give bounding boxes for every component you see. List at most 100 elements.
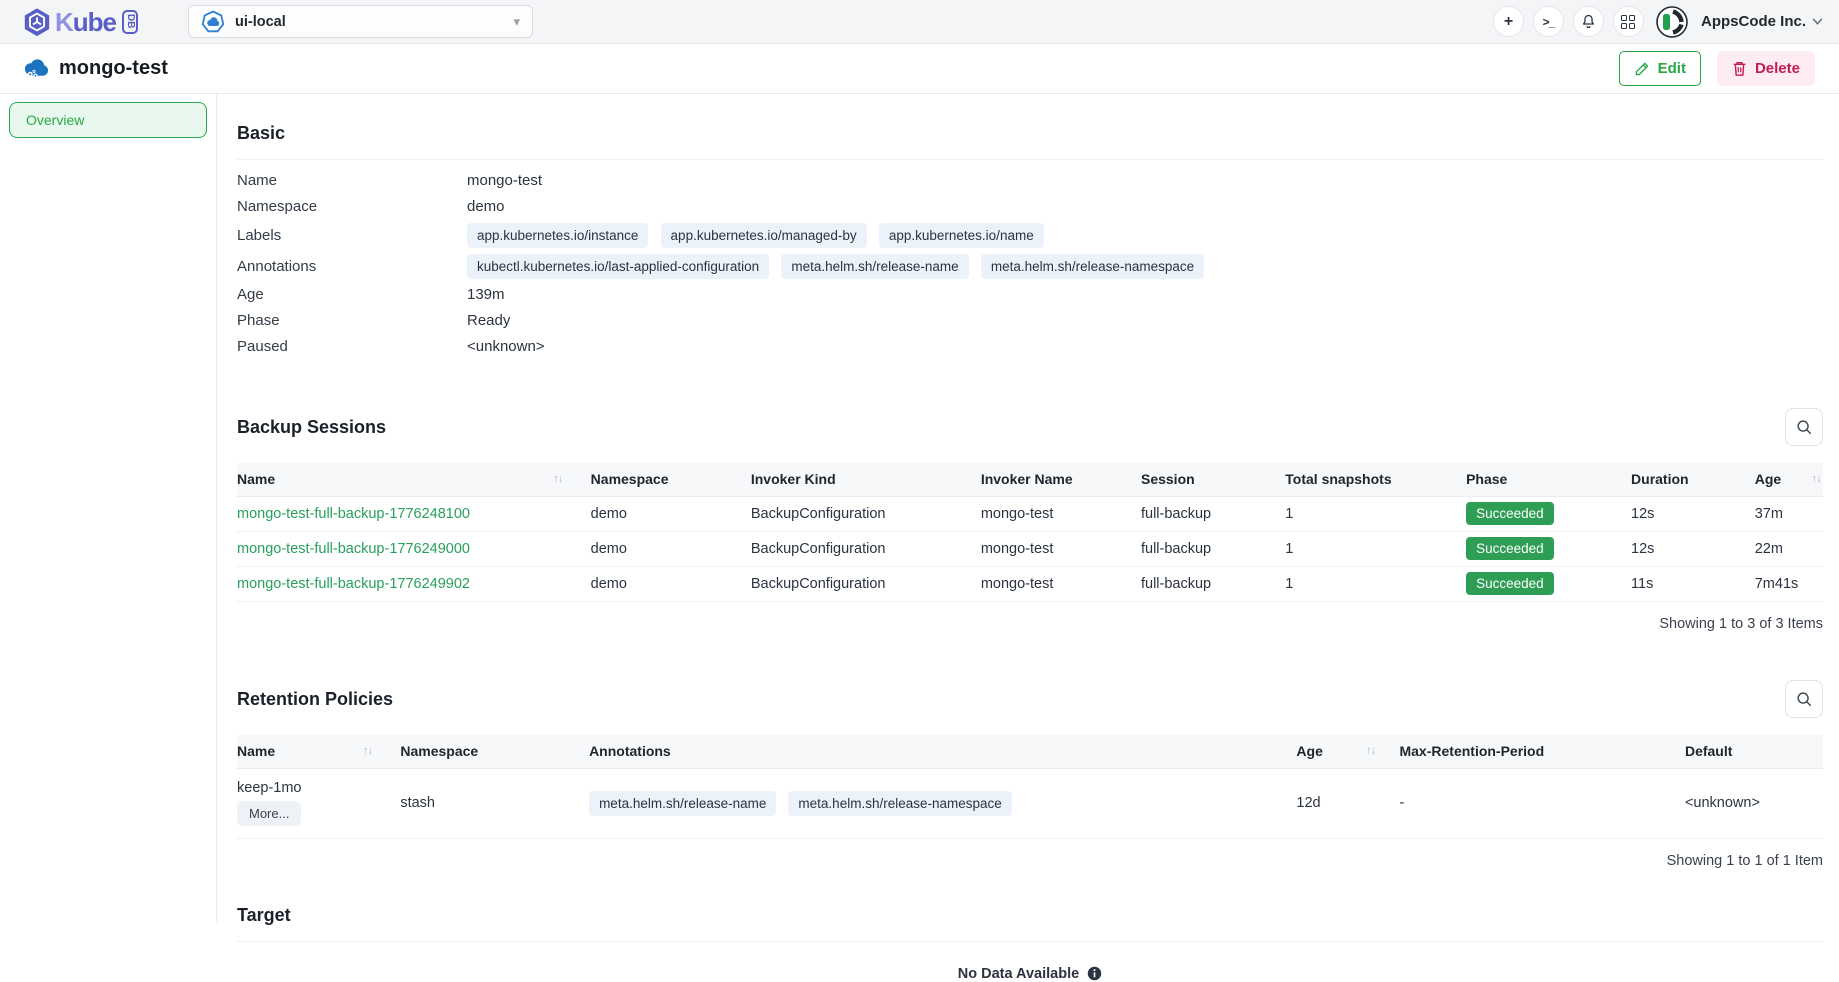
backup-session-link[interactable]: mongo-test-full-backup-1776249000 xyxy=(237,541,470,557)
cluster-selector[interactable]: ui-local ▾ xyxy=(188,5,533,38)
label-chip: app.kubernetes.io/managed-by xyxy=(661,223,867,248)
trash-icon xyxy=(1732,60,1747,77)
table-row: keep-1mo More... stash meta.helm.sh/rele… xyxy=(237,769,1823,839)
search-icon xyxy=(1795,690,1813,708)
sort-icon[interactable]: ↑↓ xyxy=(1812,473,1822,485)
annotation-chip: meta.helm.sh/release-name xyxy=(781,254,968,279)
appscode-avatar-icon xyxy=(1656,6,1688,38)
column-header-default: Default xyxy=(1685,743,1823,759)
column-header-age: Age xyxy=(1755,471,1781,487)
sidebar: Overview xyxy=(0,94,217,922)
column-header-phase: Phase xyxy=(1466,471,1631,487)
column-header-max-retention-period: Max-Retention-Period xyxy=(1399,743,1684,759)
status-badge: Succeeded xyxy=(1466,572,1554,595)
page-title: mongo-test xyxy=(59,57,168,80)
column-header-name: Name xyxy=(237,743,275,759)
column-header-name: Name xyxy=(237,471,275,487)
divider xyxy=(237,941,1823,942)
sort-icon[interactable]: ↑↓ xyxy=(363,745,373,757)
annotation-chip: meta.helm.sh/release-namespace xyxy=(981,254,1204,279)
column-header-session: Session xyxy=(1141,471,1285,487)
field-row-paused: Paused <unknown> xyxy=(237,334,1823,360)
annotation-chip: meta.helm.sh/release-name xyxy=(589,791,776,816)
logo-db-badge: DB xyxy=(122,10,138,34)
org-avatar[interactable] xyxy=(1656,6,1688,38)
retention-policies-table-header: Name ↑↓ Namespace Annotations Age ↑↓ Max… xyxy=(237,735,1823,769)
column-header-duration: Duration xyxy=(1631,471,1755,487)
table-row: mongo-test-full-backup-1776249000 demo B… xyxy=(237,532,1823,567)
main-content: Basic Name mongo-test Namespace demo Lab… xyxy=(217,94,1839,922)
field-row-labels: Labels app.kubernetes.io/instance app.ku… xyxy=(237,220,1823,251)
retention-policies-heading: Retention Policies xyxy=(237,689,393,710)
chevron-down-icon xyxy=(1812,18,1823,25)
column-header-namespace: Namespace xyxy=(591,471,751,487)
backup-sessions-pagination: Showing 1 to 3 of 3 Items xyxy=(237,616,1823,632)
field-row-annotations: Annotations kubectl.kubernetes.io/last-a… xyxy=(237,251,1823,282)
status-badge: Succeeded xyxy=(1466,537,1554,560)
edit-label: Edit xyxy=(1658,60,1686,77)
title-bar: mongo-test Edit Delete xyxy=(0,44,1839,94)
apps-button[interactable] xyxy=(1613,6,1644,37)
backup-sessions-heading: Backup Sessions xyxy=(237,417,386,438)
field-row-age: Age 139m xyxy=(237,282,1823,308)
column-header-total-snapshots: Total snapshots xyxy=(1285,471,1466,487)
delete-label: Delete xyxy=(1755,60,1800,77)
grid-icon xyxy=(1621,15,1635,29)
target-section: Target No Data Available xyxy=(237,905,1823,982)
backup-sessions-table-header: Name ↑↓ Namespace Invoker Kind Invoker N… xyxy=(237,463,1823,497)
delete-button[interactable]: Delete xyxy=(1717,51,1815,86)
more-button[interactable]: More... xyxy=(237,801,301,826)
backup-session-link[interactable]: mongo-test-full-backup-1776248100 xyxy=(237,506,470,522)
field-row-name: Name mongo-test xyxy=(237,168,1823,194)
annotation-chip: kubectl.kubernetes.io/last-applied-confi… xyxy=(467,254,769,279)
backup-sessions-section: Backup Sessions Name ↑↓ Namespace Invoke… xyxy=(237,402,1823,632)
database-cloud-icon xyxy=(22,58,49,80)
edit-button[interactable]: Edit xyxy=(1619,51,1701,86)
annotation-chip: meta.helm.sh/release-namespace xyxy=(788,791,1011,816)
column-header-namespace: Namespace xyxy=(400,743,589,759)
backup-session-link[interactable]: mongo-test-full-backup-1776249902 xyxy=(237,576,470,592)
info-icon[interactable] xyxy=(1087,966,1102,981)
sort-icon[interactable]: ↑↓ xyxy=(553,473,563,485)
field-row-phase: Phase Ready xyxy=(237,308,1823,334)
basic-section: Basic Name mongo-test Namespace demo Lab… xyxy=(237,94,1823,360)
sidebar-item-overview[interactable]: Overview xyxy=(9,102,207,138)
org-menu[interactable]: AppsCode Inc. xyxy=(1701,13,1823,30)
retention-policies-section: Retention Policies Name ↑↓ Namespace Ann… xyxy=(237,674,1823,869)
cluster-name: ui-local xyxy=(235,14,286,30)
bell-icon xyxy=(1580,13,1597,30)
column-header-age: Age xyxy=(1296,743,1322,759)
pencil-icon xyxy=(1634,61,1650,77)
backup-sessions-search-button[interactable] xyxy=(1785,408,1823,446)
navbar-actions: + >_ AppsCode Inc. xyxy=(1493,6,1823,38)
target-heading: Target xyxy=(237,905,1823,926)
title-actions: Edit Delete xyxy=(1619,51,1815,86)
create-button[interactable]: + xyxy=(1493,6,1524,37)
org-name: AppsCode Inc. xyxy=(1701,13,1806,30)
retention-policy-name: keep-1mo xyxy=(237,780,301,796)
retention-policies-search-button[interactable] xyxy=(1785,680,1823,718)
table-row: mongo-test-full-backup-1776248100 demo B… xyxy=(237,497,1823,532)
terminal-icon: >_ xyxy=(1543,16,1555,28)
no-data-message: No Data Available xyxy=(237,966,1823,982)
terminal-button[interactable]: >_ xyxy=(1533,6,1564,37)
retention-policies-pagination: Showing 1 to 1 of 1 Item xyxy=(237,853,1823,869)
cluster-cloud-icon xyxy=(201,10,225,34)
plus-icon: + xyxy=(1504,14,1513,30)
kubedb-hexagon-icon xyxy=(22,7,52,37)
overview-label: Overview xyxy=(26,112,84,128)
table-row: mongo-test-full-backup-1776249902 demo B… xyxy=(237,567,1823,602)
field-row-namespace: Namespace demo xyxy=(237,194,1823,220)
notifications-button[interactable] xyxy=(1573,6,1604,37)
column-header-invoker-kind: Invoker Kind xyxy=(751,471,981,487)
label-chip: app.kubernetes.io/instance xyxy=(467,223,648,248)
caret-down-icon: ▾ xyxy=(513,14,520,30)
status-badge: Succeeded xyxy=(1466,502,1554,525)
label-chip: app.kubernetes.io/name xyxy=(879,223,1044,248)
sort-icon[interactable]: ↑↓ xyxy=(1366,745,1376,757)
kubedb-logo[interactable]: Kube DB xyxy=(22,7,138,37)
column-header-annotations: Annotations xyxy=(589,743,1296,759)
logo-text: Kube xyxy=(55,9,116,35)
top-navbar: Kube DB ui-local ▾ + >_ xyxy=(0,0,1839,44)
basic-heading: Basic xyxy=(237,123,1823,144)
